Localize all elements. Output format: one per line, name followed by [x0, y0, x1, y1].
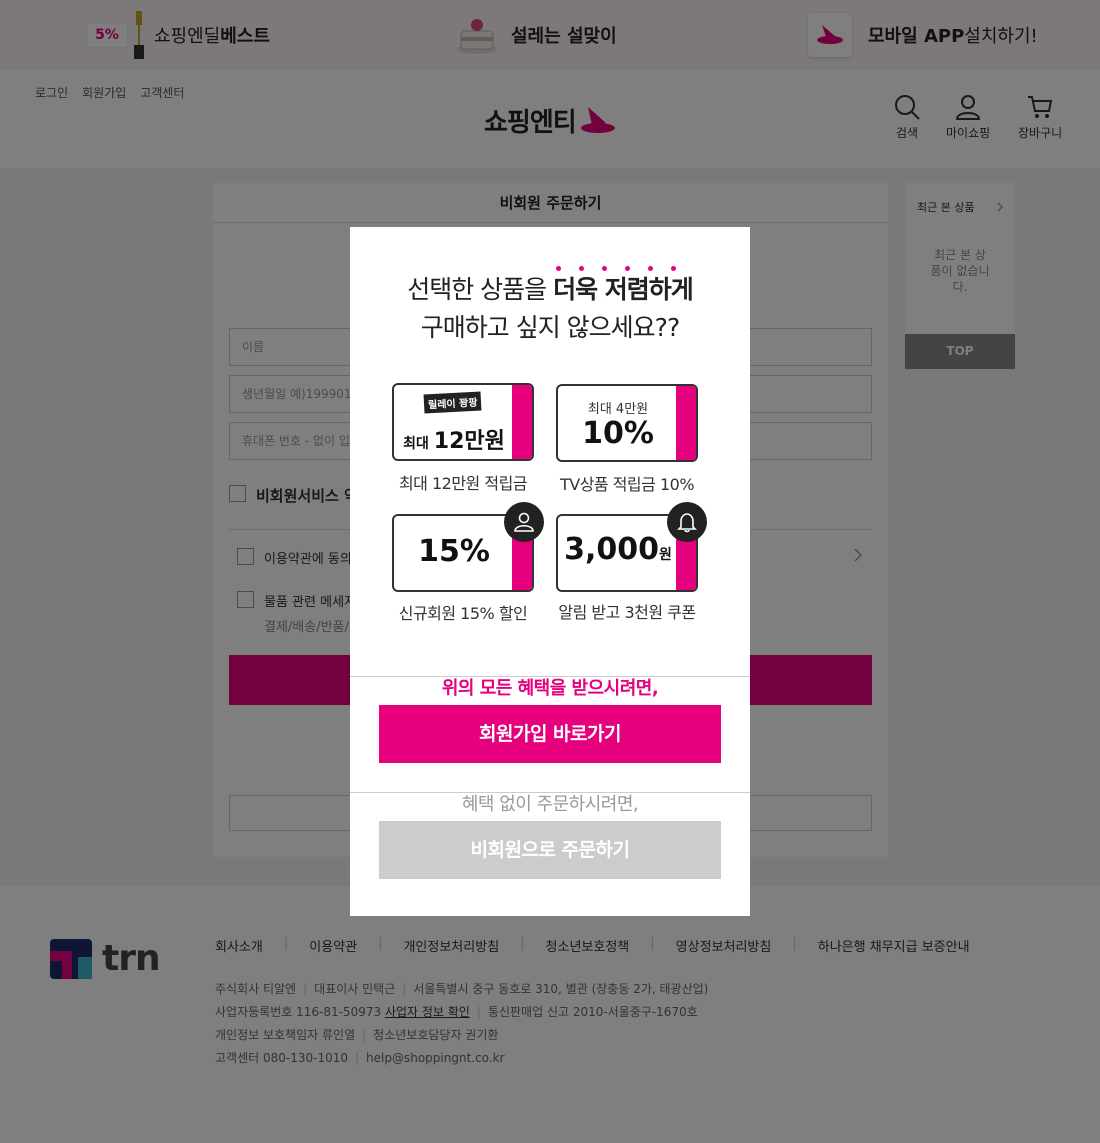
card-stripe: [512, 385, 532, 459]
user-icon: [514, 512, 534, 532]
benefit-card-value: 15%: [418, 534, 490, 569]
modal-title-light: 선택한 상품을: [407, 275, 554, 304]
signup-benefits-modal: 선택한 상품을 더욱 저렴하게 구매하고 싶지 않으세요?? 릴레이 꽝팡 최대…: [350, 227, 750, 916]
alt-text: 혜택 없이 주문하시려면,: [461, 794, 639, 815]
benefit-label: 최대 12만원 적립금: [398, 474, 528, 493]
modal-title: 선택한 상품을 더욱 저렴하게 구매하고 싶지 않으세요??: [350, 271, 750, 347]
benefit-card-relay: 릴레이 꽝팡 최대 12만원: [392, 383, 534, 461]
benefit-label: 신규회원 15% 할인: [398, 604, 528, 623]
benefit-card-value: 3,000원: [564, 532, 672, 567]
benefit-label: TV상품 적립금 10%: [559, 475, 695, 494]
bell-icon: [677, 513, 697, 533]
benefit-card-value: 10%: [582, 416, 654, 451]
modal-title-line2: 구매하고 싶지 않으세요??: [420, 313, 680, 342]
signup-button[interactable]: 회원가입 바로가기: [379, 705, 721, 763]
benefit-card-tv: 최대 4만원 10%: [556, 384, 698, 462]
benefit-card-value: 최대 12만원: [403, 429, 505, 454]
benefit-label: 알림 받고 3천원 쿠폰: [558, 603, 696, 622]
modal-title-bold: 더욱 저렴하게: [553, 275, 694, 304]
user-badge: [504, 502, 544, 542]
benefit-card-caption: 최대 4만원: [587, 402, 649, 417]
bell-badge: [667, 502, 707, 542]
cta-text: 위의 모든 혜택을 받으시려면,: [441, 678, 659, 699]
guest-order-button[interactable]: 비회원으로 주문하기: [379, 821, 721, 879]
relay-badge: 릴레이 꽝팡: [423, 391, 482, 414]
card-stripe: [676, 386, 696, 460]
